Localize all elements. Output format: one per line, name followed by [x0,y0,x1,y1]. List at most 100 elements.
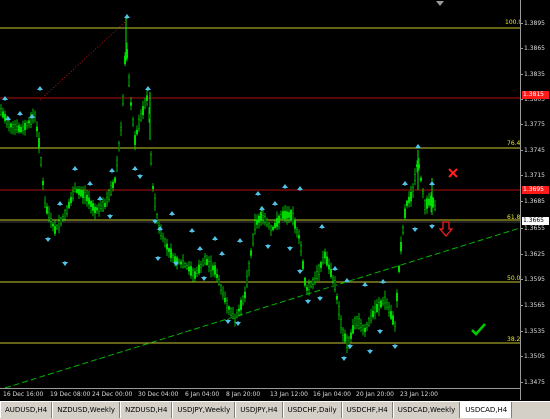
fib-label-61: 61.8 [507,214,521,221]
trend-line[interactable] [4,227,520,388]
candle-body [324,251,326,259]
fractal-markers [2,14,435,361]
price-tick: 1.3595 [520,276,545,283]
candle-body [164,238,166,247]
candle-body [116,159,118,166]
candle-body [342,329,344,336]
fib-anchor-line [39,21,126,101]
time-tick: 6 Jan 04:00 [185,391,220,398]
candle-body [204,255,206,265]
price-tick: 1.3865 [520,45,545,52]
check-icon[interactable] [471,323,486,336]
price-tick: 1.3715 [520,172,545,179]
fractal-up-arrow-icon [72,166,78,171]
candle-body [242,295,244,305]
candle-body [152,186,154,189]
candle-body [72,190,74,200]
candle-body [138,118,140,130]
candle-body [404,208,406,219]
tab-nzdusd-h4[interactable]: NZDUSD,H4 [120,402,173,418]
tab-usdchf-h4[interactable]: USDCHF,H4 [341,402,393,418]
tab-usdcad-weekly[interactable]: USDCAD,Weekly [392,402,461,418]
candle-body [126,49,128,59]
price-axis[interactable]: 1.3895 1.3865 1.3835 1.3805 1.3775 1.374… [520,0,550,400]
candle-body [192,269,194,277]
tab-audusd-h4[interactable]: AUDUSD,H4 [0,402,53,418]
candlestick-series [0,18,436,354]
candle-body [28,120,30,124]
candle-body [86,194,88,202]
candle-body [322,257,324,263]
candle-body [378,302,380,310]
candle-body [344,333,346,342]
candle-body [396,292,398,302]
fractal-up-arrow-icon [272,201,278,206]
time-tick: 13 Jan 12:00 [270,391,308,398]
fractal-up-arrow-icon [157,226,163,231]
fractal-up-arrow-icon [362,282,368,287]
candle-body [122,96,124,104]
candle-body [12,124,14,128]
candle-body [230,308,232,316]
candle-body [326,256,328,266]
candle-body [278,215,280,224]
candle-body [422,190,424,194]
candle-body [306,287,308,291]
candle-body [112,181,114,189]
candle-body [54,226,56,234]
candle-body [240,300,242,310]
candle-body [140,113,142,121]
time-axis[interactable]: 16 Dec 16:00 19 Dec 08:00 24 Dec 00:00 3… [0,388,520,400]
candle-body [24,122,26,131]
fractal-down-arrow-icon [317,296,323,301]
fractal-up-arrow-icon [237,238,243,243]
candle-body [328,264,330,270]
candle-body [406,200,408,206]
candle-body [220,285,222,291]
tab-nzdusd-weekly[interactable]: NZDUSD,Weekly [52,402,121,418]
fibonacci-retracement[interactable] [0,27,520,344]
fractal-up-arrow-icon [212,236,218,241]
candle-body [354,318,356,329]
candle-body [46,206,48,214]
fractal-down-arrow-icon [45,237,51,242]
fractal-down-arrow-icon [377,329,383,334]
candle-body [142,106,144,116]
candle-body [62,216,64,220]
candle-body [162,236,164,239]
candle-body [368,318,370,326]
candle-body [26,122,28,126]
candle-body [188,266,190,272]
candle-body [82,190,84,198]
candle-body [104,203,106,207]
candle-body [108,190,110,200]
candle-body [190,266,192,276]
candle-body [92,203,94,211]
price-tick: 1.3565 [520,302,545,309]
chart-shift-icon[interactable] [436,1,444,6]
tab-usdcad-h4[interactable]: USDCAD,H4 [460,402,513,418]
fractal-up-arrow-icon [109,168,115,173]
time-tick: 20 Jan 20:00 [356,391,394,398]
candle-body [202,260,204,266]
candle-body [426,198,428,209]
cross-icon[interactable] [448,168,458,178]
fractal-up-arrow-icon [282,184,288,189]
tab-usdchf-daily[interactable]: USDCHF,Daily [282,402,342,418]
fractal-down-arrow-icon [287,246,293,251]
candle-body [98,204,100,212]
tab-usdjpy-h4[interactable]: USDJPY,H4 [235,402,283,418]
sell-arrow-icon[interactable] [438,221,454,237]
fractal-up-arrow-icon [124,14,130,19]
price-chart[interactable] [0,0,520,388]
chart-area[interactable]: 100.0 76.4 61.8 50.0 38.2 [0,0,522,388]
tab-usdjpy-weekly[interactable]: USDJPY,Weekly [172,402,236,418]
candle-body [296,229,298,233]
candle-body [310,282,312,287]
candle-body [374,306,376,314]
candle-body [36,126,38,132]
candle-body [402,226,404,234]
candle-body [218,279,220,285]
candle-body [266,219,268,226]
candle-body [130,102,132,106]
